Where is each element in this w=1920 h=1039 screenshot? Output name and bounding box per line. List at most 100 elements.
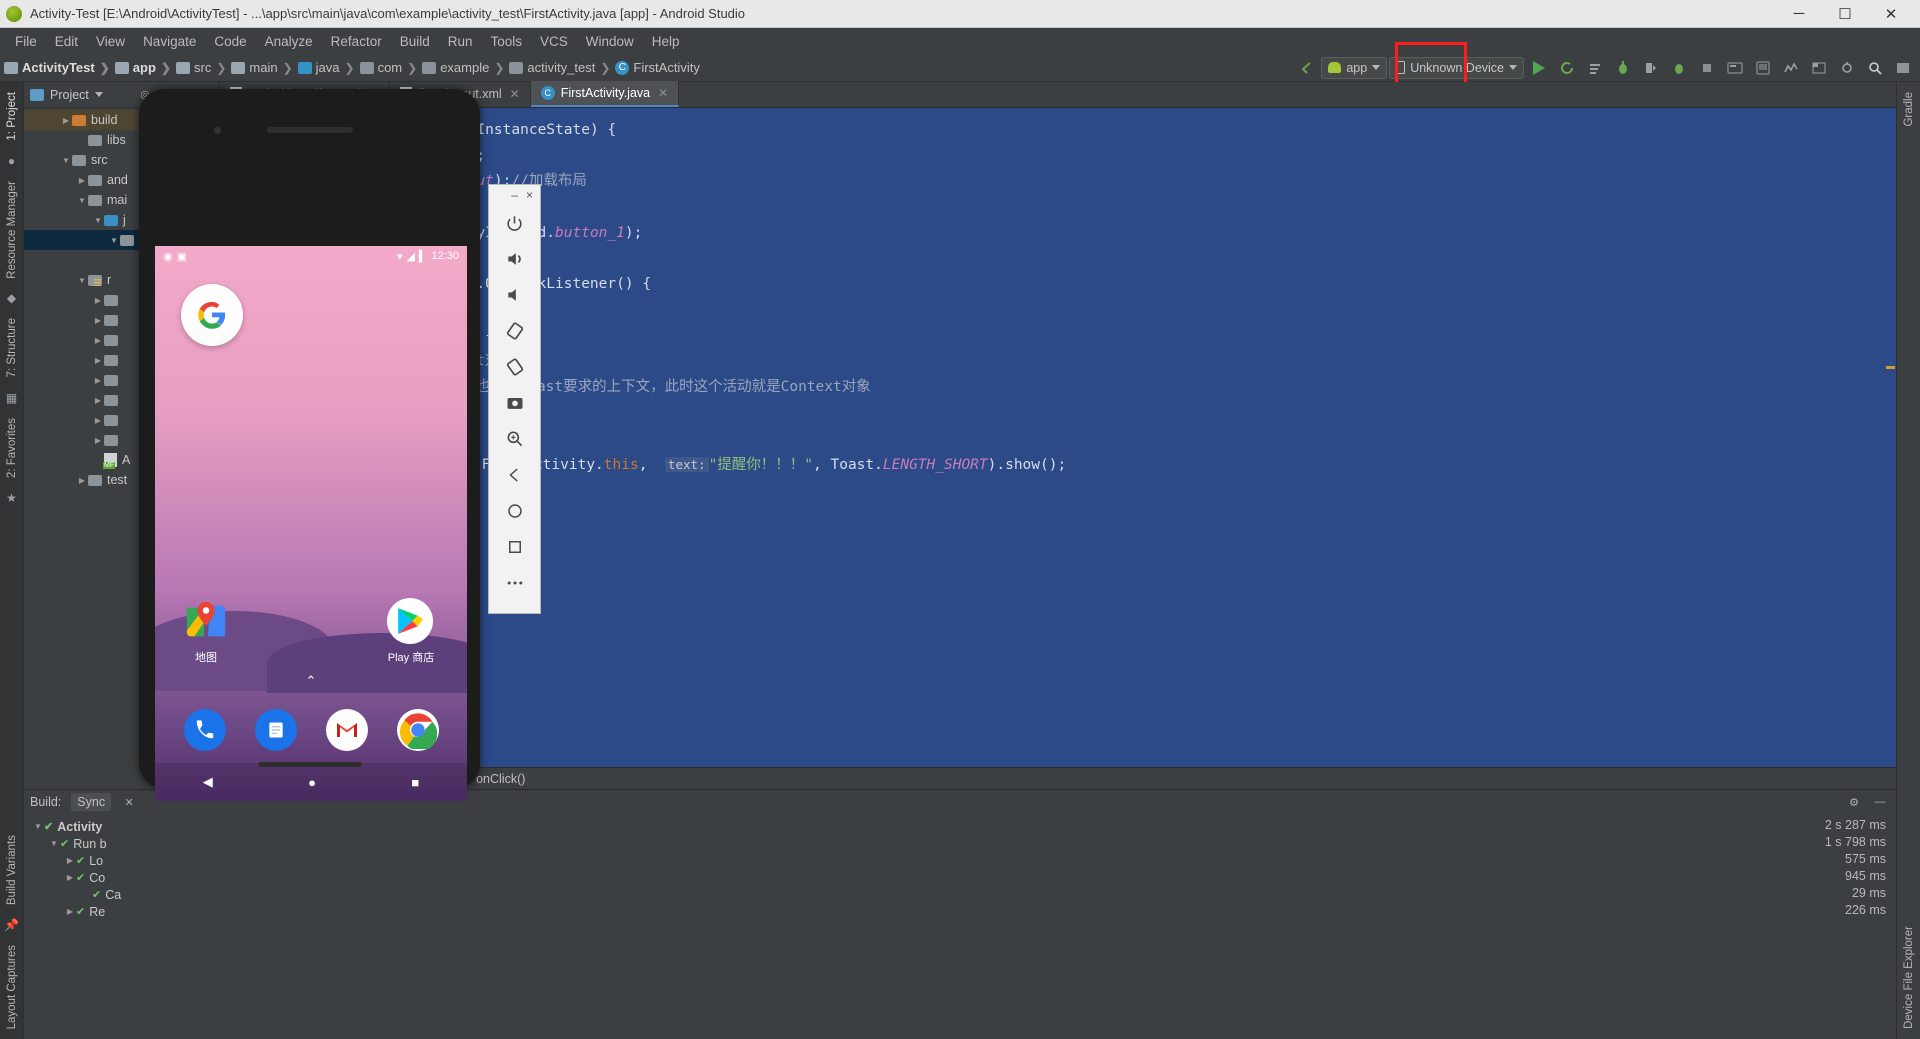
sidebar-item-build-variants[interactable]: Build Variants bbox=[6, 829, 18, 911]
build-tree-node[interactable]: ▶ ✔ Lo bbox=[24, 852, 220, 869]
gear-icon[interactable]: ⚙ bbox=[1846, 794, 1862, 810]
more-icon[interactable] bbox=[489, 565, 540, 601]
collapse-arrow-icon[interactable]: ▼ bbox=[60, 156, 72, 165]
stop-button[interactable] bbox=[1694, 56, 1720, 80]
build-tree-node[interactable]: ▶ ✔ Re bbox=[24, 903, 220, 920]
expand-arrow-icon[interactable]: ▶ bbox=[76, 176, 88, 185]
search-everywhere-button[interactable] bbox=[1862, 56, 1888, 80]
sidebar-item-project[interactable]: 1: Project bbox=[6, 86, 18, 147]
window-maximize-button[interactable]: ☐ bbox=[1822, 0, 1868, 27]
breadcrumb-item-first-activity[interactable]: C FirstActivity bbox=[615, 60, 700, 75]
breadcrumb-item-main[interactable]: main ❯ bbox=[231, 60, 297, 75]
apply-changes-button[interactable] bbox=[1554, 56, 1580, 80]
breadcrumb-segment[interactable]: onClick() bbox=[476, 772, 525, 786]
expand-arrow-icon[interactable]: ▶ bbox=[76, 476, 88, 485]
emulator-minimize-button[interactable]: – bbox=[511, 188, 518, 202]
app-icon-play-store[interactable] bbox=[387, 598, 433, 644]
expand-arrow-icon[interactable]: ▶ bbox=[92, 416, 104, 425]
warning-marker[interactable] bbox=[1886, 366, 1895, 369]
build-tree-node[interactable]: ✔ Ca bbox=[24, 886, 220, 903]
expand-arrow-icon[interactable]: ▶ bbox=[92, 316, 104, 325]
menu-item-code[interactable]: Code bbox=[205, 31, 255, 52]
breadcrumb-item-activity-test[interactable]: activity_test ❯ bbox=[509, 60, 615, 75]
sidebar-item-resource-manager[interactable]: Resource Manager bbox=[6, 175, 18, 285]
collapse-arrow-icon[interactable]: ▼ bbox=[48, 839, 60, 848]
nav-recents-icon[interactable]: ■ bbox=[411, 775, 419, 790]
avd-manager-button[interactable] bbox=[1750, 56, 1776, 80]
breadcrumb-item-com[interactable]: com ❯ bbox=[359, 60, 423, 75]
run-button[interactable] bbox=[1526, 56, 1552, 80]
menu-item-run[interactable]: Run bbox=[439, 31, 482, 52]
expand-arrow-icon[interactable]: ▶ bbox=[92, 396, 104, 405]
device-manager-button[interactable] bbox=[1778, 56, 1804, 80]
sdk-manager-button[interactable] bbox=[1722, 56, 1748, 80]
editor-marker-stripe[interactable] bbox=[1884, 108, 1896, 767]
collapse-arrow-icon[interactable]: ▼ bbox=[76, 196, 88, 205]
breadcrumb-item-app[interactable]: app ❯ bbox=[114, 60, 176, 75]
menu-item-refactor[interactable]: Refactor bbox=[322, 31, 391, 52]
run-configuration-selector[interactable]: app bbox=[1321, 56, 1388, 79]
sidebar-item-structure[interactable]: 7: Structure bbox=[6, 312, 18, 383]
device-selector[interactable]: Unknown Device bbox=[1389, 56, 1524, 79]
back-icon[interactable] bbox=[489, 457, 540, 493]
sidebar-item-favorites[interactable]: 2: Favorites bbox=[6, 412, 18, 484]
collapse-arrow-icon[interactable]: ▼ bbox=[76, 276, 88, 285]
rotate-right-icon[interactable] bbox=[489, 349, 540, 385]
collapse-arrow-icon[interactable]: ▼ bbox=[92, 216, 104, 225]
attach-debugger-button[interactable] bbox=[1638, 56, 1664, 80]
make-project-icon[interactable] bbox=[1293, 56, 1319, 80]
window-minimize-button[interactable]: ─ bbox=[1776, 0, 1822, 27]
expand-arrow-icon[interactable]: ▶ bbox=[64, 907, 76, 916]
sidebar-item-gradle[interactable]: Gradle bbox=[1903, 86, 1915, 133]
screenshot-icon[interactable] bbox=[489, 385, 540, 421]
build-tree-node[interactable]: ▼ ✔ Activity bbox=[24, 818, 220, 835]
volume-up-icon[interactable] bbox=[489, 241, 540, 277]
emulator-screen[interactable]: ◉ ▣ ▾ ◢ ▍ 12:30 地图 Play 商店 ⌃ ◀ ● ■ bbox=[155, 246, 467, 801]
app-icon-gmail[interactable] bbox=[325, 709, 368, 751]
settings-button[interactable] bbox=[1890, 56, 1916, 80]
debug-button[interactable] bbox=[1582, 56, 1608, 80]
home-icon[interactable] bbox=[489, 493, 540, 529]
nav-home-icon[interactable]: ● bbox=[308, 775, 316, 790]
expand-arrow-icon[interactable]: ▶ bbox=[92, 336, 104, 345]
close-icon[interactable]: ✕ bbox=[658, 86, 668, 100]
breadcrumb-item-example[interactable]: example ❯ bbox=[422, 60, 509, 75]
menu-item-vcs[interactable]: VCS bbox=[531, 31, 577, 52]
debug-app-button[interactable] bbox=[1610, 56, 1636, 80]
build-tab-sync[interactable]: Sync bbox=[71, 793, 112, 811]
build-result-tree[interactable]: ▼ ✔ Activity ▼ ✔ Run b ▶ ✔ Lo ▶ ✔ Co ✔ Ca ▶ ✔ Re bbox=[24, 814, 220, 1039]
breadcrumb-item-src[interactable]: src ❯ bbox=[175, 60, 231, 75]
menu-item-help[interactable]: Help bbox=[643, 31, 689, 52]
sidebar-item-device-file-explorer[interactable]: Device File Explorer bbox=[1903, 920, 1915, 1035]
app-drawer-chevron-icon[interactable]: ⌃ bbox=[306, 673, 317, 689]
menu-item-navigate[interactable]: Navigate bbox=[134, 31, 205, 52]
expand-arrow-icon[interactable]: ▶ bbox=[60, 116, 72, 125]
volume-down-icon[interactable] bbox=[489, 277, 540, 313]
google-search-widget[interactable] bbox=[181, 284, 243, 346]
menu-item-tools[interactable]: Tools bbox=[482, 31, 532, 52]
app-icon-maps[interactable] bbox=[183, 598, 229, 644]
menu-item-analyze[interactable]: Analyze bbox=[256, 31, 322, 52]
overview-icon[interactable] bbox=[489, 529, 540, 565]
build-tree-node[interactable]: ▶ ✔ Co bbox=[24, 869, 220, 886]
android-emulator-window[interactable]: ◉ ▣ ▾ ◢ ▍ 12:30 地图 Play 商店 ⌃ ◀ ● ■ bbox=[139, 89, 480, 801]
app-icon-chrome[interactable] bbox=[396, 709, 439, 751]
zoom-icon[interactable] bbox=[489, 421, 540, 457]
window-close-button[interactable]: ✕ bbox=[1868, 0, 1914, 27]
minimize-icon[interactable]: — bbox=[1872, 794, 1888, 810]
menu-item-edit[interactable]: Edit bbox=[46, 31, 87, 52]
profiler-button[interactable] bbox=[1666, 56, 1692, 80]
layout-inspector-button[interactable] bbox=[1806, 56, 1832, 80]
expand-arrow-icon[interactable]: ▶ bbox=[92, 296, 104, 305]
menu-item-window[interactable]: Window bbox=[577, 31, 643, 52]
expand-arrow-icon[interactable]: ▶ bbox=[92, 356, 104, 365]
sidebar-item-layout-captures[interactable]: Layout Captures bbox=[6, 939, 18, 1035]
chevron-down-icon[interactable] bbox=[94, 92, 103, 97]
app-icon-phone[interactable] bbox=[183, 709, 226, 751]
breadcrumb-item-project[interactable]: ActivityTest ❯ bbox=[4, 60, 115, 75]
expand-arrow-icon[interactable]: ▶ bbox=[92, 436, 104, 445]
close-icon[interactable]: ✕ bbox=[121, 794, 137, 810]
collapse-arrow-icon[interactable]: ▼ bbox=[108, 236, 120, 245]
close-icon[interactable]: ✕ bbox=[510, 87, 520, 101]
rotate-left-icon[interactable] bbox=[489, 313, 540, 349]
